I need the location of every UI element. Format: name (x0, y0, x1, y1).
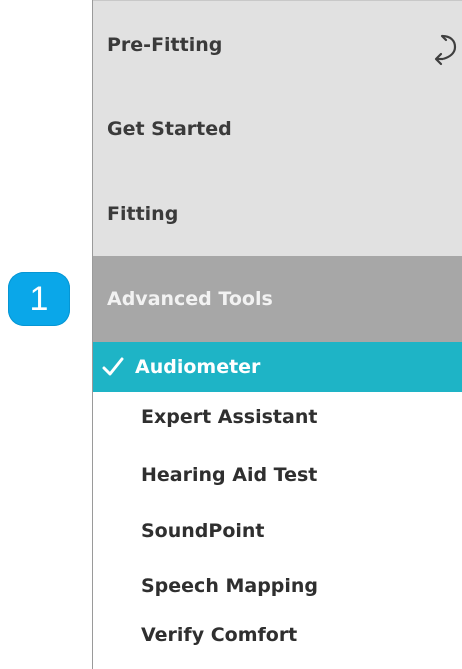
menu-item-label: Verify Comfort (141, 624, 298, 646)
check-icon (102, 357, 124, 376)
nav-section-label: Fitting (107, 203, 179, 225)
menu-item-expert-assistant[interactable]: Expert Assistant (93, 392, 462, 442)
menu-item-label: Speech Mapping (141, 575, 319, 597)
step-badge-number: 1 (29, 280, 49, 318)
nav-section-pre-fitting[interactable]: Pre-Fitting (93, 34, 462, 56)
sync-icon[interactable] (426, 30, 462, 74)
nav-section-label: Advanced Tools (107, 288, 273, 310)
nav-section-label: Pre-Fitting (107, 34, 223, 56)
step-badge: 1 (8, 272, 70, 326)
nav-section-get-started[interactable]: Get Started (93, 118, 462, 140)
menu-item-audiometer[interactable]: Audiometer (93, 342, 462, 392)
screen: 1 Pre-Fitting Get Started Fitting Advanc… (0, 0, 462, 669)
nav-section-fitting[interactable]: Fitting (93, 203, 462, 225)
nav-section-label: Get Started (107, 118, 232, 140)
menu-item-verify-comfort[interactable]: Verify Comfort (93, 610, 462, 660)
menu-item-soundpoint[interactable]: SoundPoint (93, 506, 462, 556)
menu-item-speech-mapping[interactable]: Speech Mapping (93, 561, 462, 611)
nav-section-advanced-tools[interactable]: Advanced Tools (93, 256, 462, 342)
menu-item-label: SoundPoint (141, 520, 265, 542)
menu-item-label: Audiometer (135, 356, 261, 378)
menu-item-hearing-aid-test[interactable]: Hearing Aid Test (93, 450, 462, 500)
menu-item-label: Expert Assistant (141, 406, 318, 428)
menu-item-label: Hearing Aid Test (141, 464, 318, 486)
navigation-panel: Pre-Fitting Get Started Fitting Advanced… (92, 0, 462, 669)
